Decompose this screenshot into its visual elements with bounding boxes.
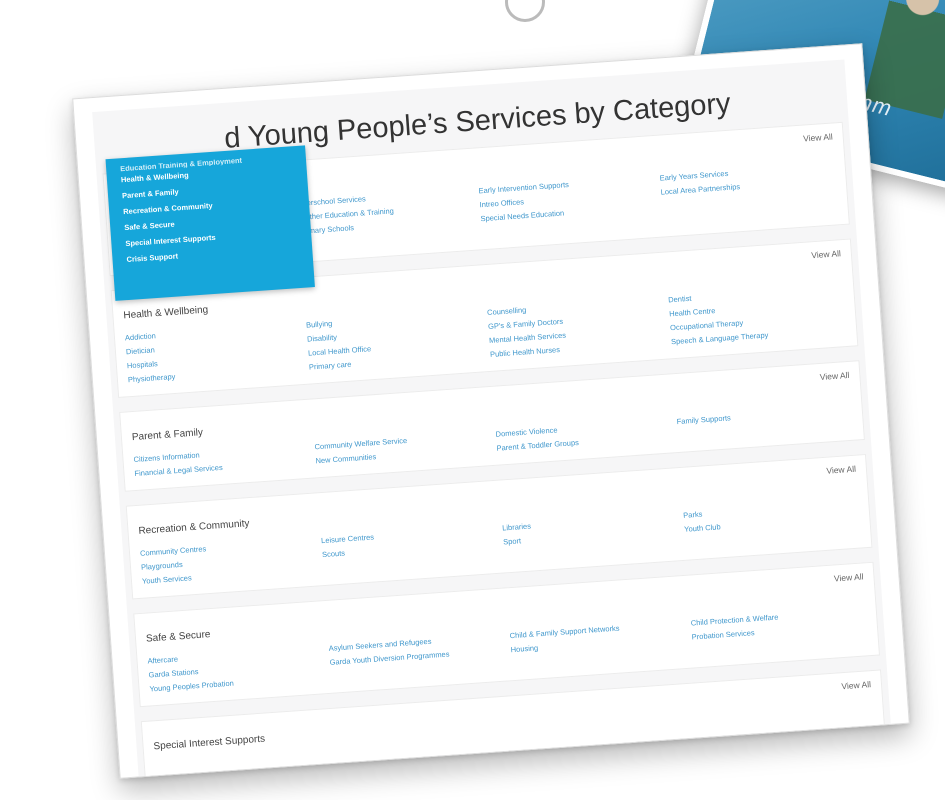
service-link-column [155,752,328,764]
service-link-column: Early Years Services Local Area Partnersh… [659,162,836,225]
service-link-column: Domestic Violence Parent & Toddler Groups [495,418,670,452]
view-all-link[interactable]: View All [819,370,849,382]
service-link-column: Community Centres Playgrounds Youth Servic… [140,537,316,586]
view-all-link[interactable]: View All [834,571,864,583]
service-link-column: Child & Family Support Networks Housing [509,619,685,668]
view-all-link[interactable]: View All [841,679,871,691]
service-link-column: Citizens Information Financial & Legal Se… [133,443,308,478]
view-all-link[interactable]: View All [803,132,833,144]
service-link-column: Family Supports [676,405,851,440]
screenshot-sheet: d Young People’s Services by Category Ed… [72,43,910,779]
view-all-link[interactable]: View All [811,248,841,260]
service-link-column: Parks Youth Club [683,499,859,548]
service-link-column: Community Welfare Service New Communities [314,430,489,465]
service-link-column [698,714,871,726]
service-link-column: Addiction Dietician Hospitals Physiotherapy [125,321,302,384]
service-link[interactable]: Family Supports [676,405,850,426]
background-decoration [505,0,545,22]
service-link-column: Leisure Centres Scouts [321,524,497,573]
service-link-column: Counselling GP's & Family Doctors Mental H… [487,296,664,359]
service-link-column [517,727,690,739]
service-link-column: Afterschool Services Further Education & … [297,187,474,250]
page-content: d Young People’s Services by Category Ed… [92,59,891,779]
service-link-column: Aftercare Garda Stations Young Peoples Pro… [147,644,323,693]
service-link-column: Libraries Sport [502,511,678,560]
category-title: Special Interest Supports [153,733,266,753]
service-link-column: Child Protection & Welfare Probation Serv… [690,606,866,655]
service-link-column: Bullying Disability Local Health Office Pri… [306,309,483,372]
category-dropdown-menu: Education Training & Employment Health &… [105,145,315,301]
service-link-column: Early Intervention Supports Intreo Office… [478,174,655,237]
view-all-link[interactable]: View All [826,464,856,476]
service-link-column: Dentist Health Centre Occupational Therapy… [668,283,845,347]
service-link-column [336,740,509,752]
service-link-column: Asylum Seekers and Refugees Garda Youth D… [328,632,504,681]
